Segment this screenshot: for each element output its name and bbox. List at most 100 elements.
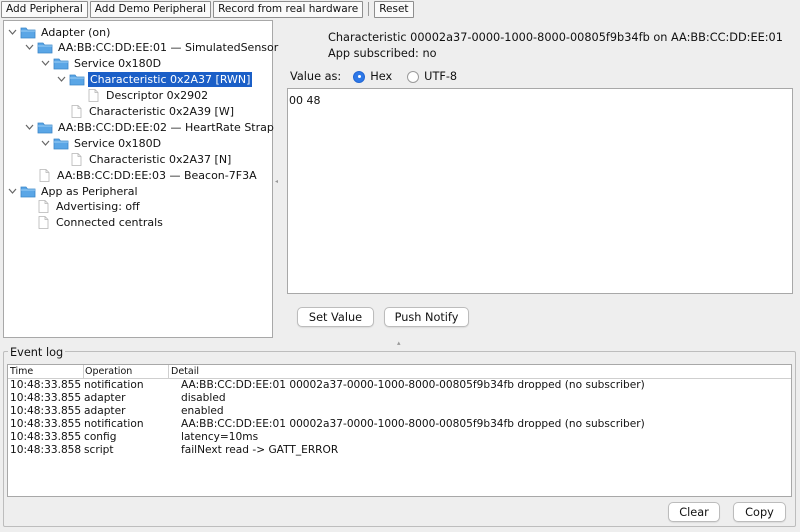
value-format-label: Value as: [290, 70, 342, 83]
tree-node-device-2[interactable]: AA:BB:CC:DD:EE:02 — HeartRate Strap [24, 119, 276, 135]
tree-node-label: Connected centrals [56, 215, 163, 229]
record-real-hardware-button[interactable]: Record from real hardware [213, 0, 364, 18]
table-row[interactable]: 10:48:33.855 config latency=10ms [8, 431, 791, 444]
splitter-grip-icon: ▴ [397, 339, 401, 347]
chevron-down-icon[interactable] [24, 42, 34, 52]
value-format-group: Value as: Hex UTF-8 [290, 70, 457, 83]
tree-node-advertising[interactable]: Advertising: off [35, 198, 142, 214]
tree-node-label: Advertising: off [56, 199, 140, 213]
folder-icon [20, 26, 36, 39]
detail-cell: AA:BB:CC:DD:EE:01 00002a37-0000-1000-800… [181, 379, 645, 391]
tree-node-connected-centrals[interactable]: Connected centrals [35, 214, 165, 230]
reset-button[interactable]: Reset [374, 0, 414, 18]
tree-node-label: AA:BB:CC:DD:EE:02 — HeartRate Strap [58, 120, 274, 134]
tree-node-characteristic-selected[interactable]: Characteristic 0x2A37 [RWN] [56, 71, 253, 87]
value-text-area[interactable]: 00 48 [287, 88, 793, 294]
column-header-operation[interactable]: Operation [85, 366, 132, 377]
add-peripheral-button[interactable]: Add Peripheral [1, 0, 88, 18]
operation-cell: script [84, 444, 114, 456]
set-value-button[interactable]: Set Value [297, 307, 374, 327]
clear-button[interactable]: Clear [668, 502, 720, 522]
tree-node-label: Characteristic 0x2A39 [W] [89, 104, 234, 118]
folder-icon [20, 185, 36, 198]
device-tree[interactable]: Adapter (on) AA:BB:CC:DD:EE:01 — Simulat… [3, 20, 278, 338]
utf8-radio-label[interactable]: UTF-8 [424, 70, 457, 83]
push-notify-button[interactable]: Push Notify [384, 307, 469, 327]
chevron-down-icon[interactable] [7, 186, 17, 196]
tree-node-service[interactable]: Service 0x180D [40, 55, 163, 71]
detail-cell: failNext read -> GATT_ERROR [181, 444, 339, 456]
characteristic-title: Characteristic 00002a37-0000-1000-8000-0… [328, 31, 783, 44]
tree-node-label: AA:BB:CC:DD:EE:01 — SimulatedSensor [58, 40, 279, 54]
utf8-radio[interactable] [407, 70, 420, 83]
table-row[interactable]: 10:48:33.855 notification AA:BB:CC:DD:EE… [8, 379, 791, 392]
chevron-down-icon[interactable] [56, 74, 66, 84]
file-icon [68, 104, 84, 118]
copy-button[interactable]: Copy [733, 502, 786, 522]
toolbar-separator [368, 2, 370, 16]
operation-cell: adapter [84, 392, 126, 404]
table-row[interactable]: 10:48:33.855 adapter enabled [8, 405, 791, 418]
hex-radio-label[interactable]: Hex [370, 70, 392, 83]
splitter-grip-icon: ◂ [275, 178, 279, 185]
table-row[interactable]: 10:48:33.858 script failNext read -> GAT… [8, 444, 791, 457]
folder-icon [53, 57, 69, 70]
tree-node-adapter[interactable]: Adapter (on) [7, 24, 112, 40]
chevron-down-icon[interactable] [40, 138, 50, 148]
event-log-title: Event log [8, 346, 66, 359]
chevron-down-icon[interactable] [7, 27, 17, 37]
table-row[interactable]: 10:48:33.855 notification AA:BB:CC:DD:EE… [8, 418, 791, 431]
table-row[interactable]: 10:48:33.855 adapter disabled [8, 392, 791, 405]
time-cell: 10:48:33.855 [10, 431, 82, 443]
file-icon [35, 215, 51, 229]
chevron-down-icon[interactable] [40, 58, 50, 68]
tree-node-label: App as Peripheral [41, 184, 138, 198]
tree-node-label: Adapter (on) [41, 25, 111, 39]
tree-node-device-1[interactable]: AA:BB:CC:DD:EE:01 — SimulatedSensor [24, 39, 280, 55]
operation-cell: adapter [84, 405, 126, 417]
detail-cell: AA:BB:CC:DD:EE:01 00002a37-0000-1000-800… [181, 418, 645, 430]
tree-node-label: Service 0x180D [74, 56, 162, 70]
file-icon [68, 152, 84, 166]
tree-node-characteristic[interactable]: Characteristic 0x2A37 [N] [68, 151, 233, 167]
event-log-table[interactable]: Time Operation Detail 10:48:33.855 notif… [7, 364, 792, 497]
operation-cell: notification [84, 379, 144, 391]
file-icon [85, 88, 101, 102]
time-cell: 10:48:33.855 [10, 392, 82, 404]
column-header-detail[interactable]: Detail [171, 366, 199, 377]
time-cell: 10:48:33.855 [10, 418, 82, 430]
column-divider[interactable] [168, 365, 169, 379]
table-header: Time Operation Detail [8, 365, 791, 379]
add-demo-peripheral-button[interactable]: Add Demo Peripheral [89, 0, 212, 18]
time-cell: 10:48:33.855 [10, 405, 82, 417]
hex-radio[interactable] [353, 70, 366, 83]
toolbar: Add Peripheral Add Demo Peripheral Recor… [0, 0, 800, 18]
characteristic-detail-panel: Characteristic 00002a37-0000-1000-8000-0… [280, 20, 797, 338]
operation-cell: config [84, 431, 117, 443]
time-cell: 10:48:33.855 [10, 379, 82, 391]
chevron-down-icon[interactable] [24, 122, 34, 132]
detail-cell: latency=10ms [181, 431, 259, 443]
vertical-splitter[interactable]: ▴ [0, 339, 800, 347]
folder-icon [69, 73, 85, 86]
tree-node-label: Characteristic 0x2A37 [RWN] [88, 71, 253, 87]
detail-cell: disabled [181, 392, 226, 404]
tree-node-label: AA:BB:CC:DD:EE:03 — Beacon-7F3A [57, 168, 257, 182]
time-cell: 10:48:33.858 [10, 444, 82, 456]
column-divider[interactable] [83, 365, 84, 379]
tree-node-characteristic[interactable]: Characteristic 0x2A39 [W] [68, 103, 236, 119]
tree-node-device-3[interactable]: AA:BB:CC:DD:EE:03 — Beacon-7F3A [36, 167, 259, 183]
detail-cell: enabled [181, 405, 224, 417]
tree-node-service[interactable]: Service 0x180D [40, 135, 163, 151]
tree-node-descriptor[interactable]: Descriptor 0x2902 [85, 87, 210, 103]
tree-node-label: Service 0x180D [74, 136, 162, 150]
operation-cell: notification [84, 418, 144, 430]
file-icon [36, 168, 52, 182]
tree-node-label: Descriptor 0x2902 [106, 88, 209, 102]
folder-icon [37, 41, 53, 54]
column-header-time[interactable]: Time [10, 366, 33, 377]
subscription-status: App subscribed: no [328, 47, 437, 60]
tree-node-label: Characteristic 0x2A37 [N] [89, 152, 232, 166]
folder-icon [37, 121, 53, 134]
tree-node-app-peripheral[interactable]: App as Peripheral [7, 183, 140, 199]
